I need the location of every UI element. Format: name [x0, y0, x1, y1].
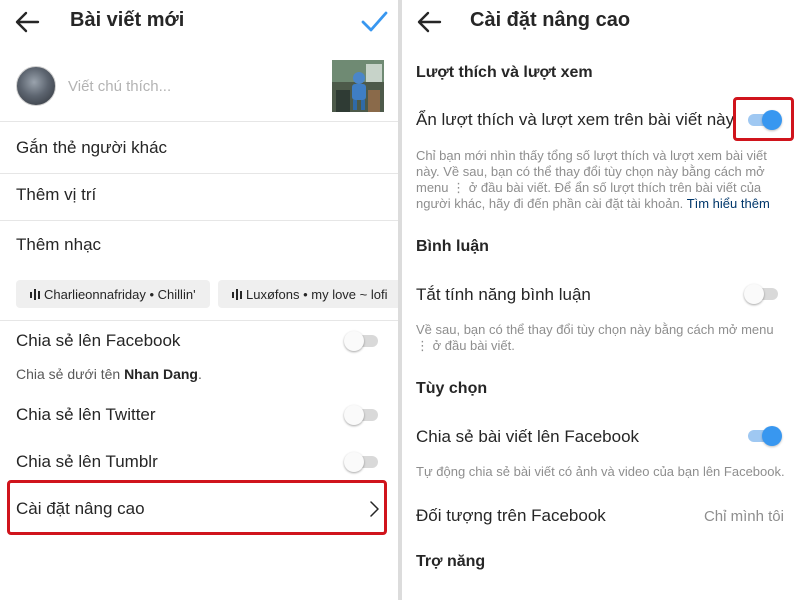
toggle-knob: [344, 452, 364, 472]
toggle-knob: [344, 331, 364, 351]
comments-description: Về sau, bạn có thể thay đổi tùy chọn này…: [416, 322, 774, 353]
back-arrow-icon[interactable]: [14, 10, 40, 34]
share-tumblr-toggle[interactable]: [344, 451, 380, 472]
divider: [0, 173, 398, 174]
highlight-box: [7, 480, 387, 535]
audio-bars-icon: [232, 289, 242, 300]
hide-likes-label: Ẩn lượt thích và lượt xem trên bài viết …: [416, 110, 735, 129]
tag-people-item[interactable]: Gắn thẻ người khác: [16, 138, 167, 158]
highlight-box: [733, 97, 794, 141]
divider: [0, 320, 398, 321]
page-title: Bài viết mới: [70, 9, 185, 31]
share-facebook-label: Chia sẻ lên Facebook: [16, 331, 181, 350]
toggle-knob: [744, 284, 764, 304]
share-facebook-toggle[interactable]: [344, 330, 380, 351]
music-chip[interactable]: Charlieonnafriday • Chillin': [16, 280, 210, 308]
facebook-audience-label[interactable]: Đối tượng trên Facebook: [416, 506, 606, 526]
page-title: Cài đặt nâng cao: [470, 9, 631, 31]
comments-section-title: Bình luận: [416, 238, 489, 255]
audio-bars-icon: [30, 289, 40, 300]
music-chip-label: Luxøfons • my love ~ lofi: [246, 287, 388, 302]
caption-compose-row: Viết chú thích...: [0, 52, 398, 122]
toggle-knob: [762, 426, 782, 446]
share-twitter-toggle[interactable]: [344, 404, 380, 425]
share-facebook-note-suffix: .: [197, 366, 202, 382]
avatar: [16, 66, 56, 106]
music-chip[interactable]: Luxøfons • my love ~ lofi: [218, 280, 398, 308]
likes-views-section-title: Lượt thích và lượt xem: [416, 64, 593, 81]
turn-off-comments-toggle[interactable]: [744, 283, 780, 304]
add-location-item[interactable]: Thêm vị trí: [16, 185, 96, 205]
add-music-item[interactable]: Thêm nhạc: [16, 235, 101, 255]
advanced-settings-header: Cài đặt nâng cao: [402, 0, 800, 44]
new-post-screen: Bài viết mới Viết chú thích... Gắn thẻ n…: [0, 0, 398, 600]
share-post-facebook-label: Chia sẻ bài viết lên Facebook: [416, 427, 640, 446]
facebook-account-name: Nhan Dang: [124, 366, 198, 382]
accessibility-section-title: Trợ năng: [416, 553, 486, 570]
caption-input[interactable]: Viết chú thích...: [68, 78, 171, 95]
new-post-header: Bài viết mới: [0, 0, 398, 44]
turn-off-comments-label: Tắt tính năng bình luận: [416, 285, 591, 304]
checkmark-icon[interactable]: [360, 8, 388, 36]
learn-more-link[interactable]: Tìm hiểu thêm: [687, 196, 770, 211]
hide-likes-description: Chỉ bạn mới nhìn thấy tổng số lượt thích…: [416, 148, 786, 212]
music-chip-label: Charlieonnafriday • Chillin': [44, 287, 196, 302]
post-thumbnail[interactable]: [332, 60, 384, 112]
divider: [0, 220, 398, 221]
share-tumblr-label: Chia sẻ lên Tumblr: [16, 452, 158, 471]
facebook-audience-value[interactable]: Chỉ mình tôi: [704, 508, 784, 525]
options-section-title: Tùy chọn: [416, 380, 488, 397]
share-facebook-description: Tự động chia sẻ bài viết có ảnh và video…: [416, 464, 785, 479]
share-facebook-note: Chia sẻ dưới tên Nhan Dang.: [16, 366, 202, 382]
toggle-knob: [344, 405, 364, 425]
share-twitter-label: Chia sẻ lên Twitter: [16, 405, 156, 424]
share-post-facebook-toggle[interactable]: [746, 425, 782, 446]
advanced-settings-screen: Cài đặt nâng cao Lượt thích và lượt xem …: [402, 0, 800, 600]
share-facebook-note-prefix: Chia sẻ dưới tên: [16, 366, 121, 382]
back-arrow-icon[interactable]: [416, 10, 442, 34]
